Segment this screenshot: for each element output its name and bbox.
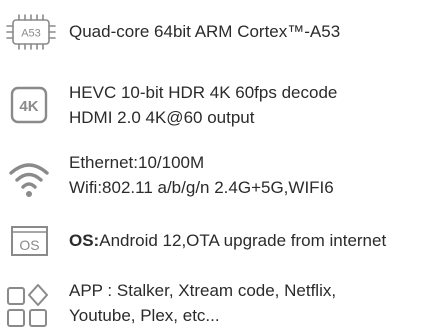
spec-row-network: Ethernet:10/100M Wifi:802.11 a/b/g/n 2.4… [0,150,433,202]
os-icon: OS [11,226,48,256]
spec-row-apps: APP : Stalker, Xtream code, Netflix, You… [0,278,433,330]
cpu-spec-line-1: Quad-core 64bit ARM Cortex™-A53 [69,22,341,41]
cpu-chip-icon-label: A53 [21,28,41,40]
4k-icon-label: 4K [19,98,38,115]
spec-list: A53 Quad-core 64bit ARM Cortex™-A53 4K H… [0,0,433,334]
os-spec-prefix: OS: [69,231,100,250]
spec-row-cpu: A53 Quad-core 64bit ARM Cortex™-A53 [0,14,433,50]
spec-row-os: OS OS:Android 12,OTA upgrade from intern… [0,224,433,258]
video-spec-text: HEVC 10-bit HDR 4K 60fps decode HDMI 2.0… [69,80,337,130]
os-spec-value: Android 12,OTA upgrade from internet [99,231,387,250]
apps-spec-line-1: APP : Stalker, Xtream code, Netflix, [69,281,337,300]
apps-grid-icon [7,284,48,327]
os-icon-label: OS [19,237,39,253]
video-spec-line-2: HDMI 2.0 4K@60 output [69,108,255,127]
wifi-icon [9,163,49,197]
network-spec-line-2: Wifi:802.11 a/b/g/n 2.4G+5G,WIFI6 [69,178,334,197]
os-spec-line-1: OS:Android 12,OTA upgrade from internet [69,228,386,253]
cpu-chip-icon: A53 [6,14,56,50]
network-spec-line-1: Ethernet:10/100M [69,153,205,172]
apps-spec-text: APP : Stalker, Xtream code, Netflix, You… [69,278,336,328]
apps-spec-line-2: Youtube, Plex, etc... [69,306,220,325]
cpu-spec-text: Quad-core 64bit ARM Cortex™-A53 [69,19,340,44]
4k-icon: 4K [10,86,48,124]
spec-row-video: 4K HEVC 10-bit HDR 4K 60fps decode HDMI … [0,79,433,131]
network-spec-text: Ethernet:10/100M Wifi:802.11 a/b/g/n 2.4… [69,150,334,200]
os-spec-text: OS:Android 12,OTA upgrade from internet [69,228,386,253]
video-spec-line-1: HEVC 10-bit HDR 4K 60fps decode [69,83,338,102]
